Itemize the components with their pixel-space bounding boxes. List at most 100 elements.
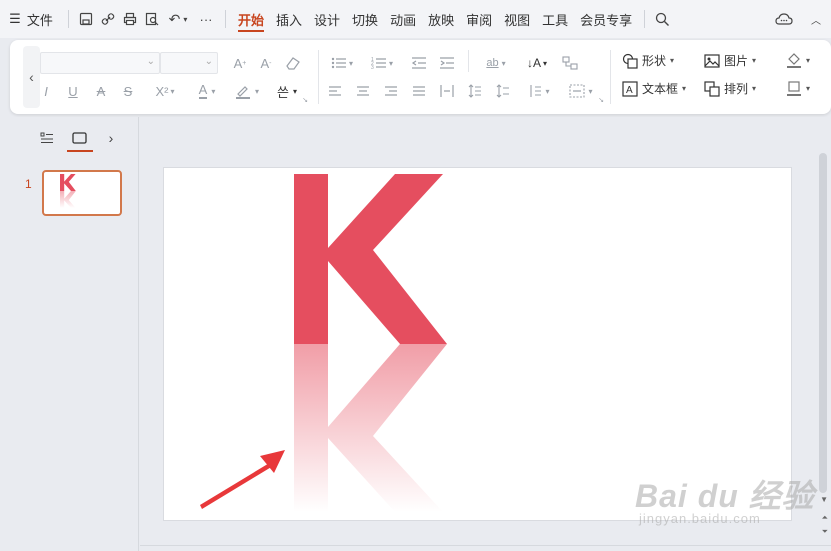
font-name-select[interactable]: ⌄ — [40, 52, 160, 74]
next-slide-icon[interactable]: ⏷ — [822, 527, 828, 537]
align-left-icon[interactable] — [326, 80, 344, 102]
fill-button[interactable]: ▾ — [786, 52, 810, 68]
tab-transitions[interactable]: 切换 — [348, 0, 382, 38]
shape-button[interactable]: 形状 ▾ — [622, 52, 674, 69]
baidu-watermark: Bai du 经验 jingyan.baidu.com — [635, 463, 815, 533]
separator — [68, 10, 69, 28]
picture-label: 图片 — [724, 54, 749, 68]
tab-label: 视图 — [504, 12, 531, 28]
hamburger-icon: ☰ — [9, 11, 21, 26]
tab-label: 插入 — [276, 12, 303, 28]
strikethrough-icon[interactable]: A — [93, 80, 109, 102]
svg-text:A: A — [626, 85, 633, 96]
outline-view-icon[interactable] — [38, 129, 56, 147]
picture-button[interactable]: 图片 ▾ — [704, 52, 756, 69]
chevron-down-icon: ▾ — [806, 83, 811, 93]
cloud-icon[interactable] — [773, 8, 795, 30]
tab-slideshow[interactable]: 放映 — [424, 0, 458, 38]
shadow-text-icon[interactable]: S — [120, 80, 136, 102]
tab-insert[interactable]: 插入 — [272, 0, 306, 38]
increase-indent-icon[interactable] — [438, 52, 456, 74]
decrease-indent-icon[interactable] — [410, 52, 428, 74]
save-icon[interactable] — [75, 8, 97, 30]
print-preview-icon[interactable] — [141, 8, 163, 30]
chevron-down-icon: ▾ — [682, 84, 687, 93]
tab-label: 切换 — [352, 12, 379, 28]
distribute-icon[interactable] — [438, 80, 456, 102]
undo-icon[interactable]: ↶ ▾ — [163, 8, 193, 30]
slide-thumbnail[interactable] — [42, 170, 122, 216]
chevron-down-icon: ▾ — [806, 55, 811, 65]
tab-view[interactable]: 视图 — [500, 0, 534, 38]
tab-design[interactable]: 设计 — [310, 0, 344, 38]
tab-review[interactable]: 审阅 — [462, 0, 496, 38]
clear-format-icon[interactable] — [282, 52, 304, 74]
watermark-url: jingyan.baidu.com — [639, 511, 761, 526]
search-icon[interactable] — [651, 8, 673, 30]
highlight-icon[interactable]: ▾ — [230, 80, 264, 102]
svg-text:3: 3 — [371, 65, 374, 70]
slides-view-icon[interactable] — [67, 129, 93, 152]
tab-home[interactable]: 开始 — [234, 0, 268, 38]
textbox-button[interactable]: A 文本框 ▾ — [622, 80, 686, 97]
slide-number: 1 — [25, 177, 32, 191]
thumbnail-preview — [60, 174, 76, 208]
arrange-label: 排列 — [724, 82, 749, 96]
separator — [225, 10, 226, 28]
scroll-down-icon[interactable]: ▼ — [820, 495, 828, 504]
chevron-down-icon: ▾ — [670, 56, 675, 65]
spacing-options-icon[interactable]: ▾ — [524, 80, 554, 102]
increase-font-icon[interactable]: A + — [230, 52, 250, 74]
bullets-icon[interactable]: ▾ — [328, 52, 356, 74]
align-center-icon[interactable] — [354, 80, 372, 102]
tab-label: 审阅 — [466, 12, 493, 28]
prev-slide-icon[interactable]: ⏶ — [822, 513, 828, 523]
outline-icon — [787, 81, 801, 96]
tab-label: 工具 — [542, 12, 569, 28]
italic-icon[interactable]: I — [38, 80, 54, 102]
print-icon[interactable] — [119, 8, 141, 30]
chevron-right-icon[interactable]: › — [102, 129, 120, 147]
link-icon[interactable] — [97, 8, 119, 30]
justify-icon[interactable] — [410, 80, 428, 102]
superscript-icon[interactable]: X² ▾ — [150, 80, 180, 102]
textbox-icon: A — [622, 80, 638, 97]
underline-icon[interactable]: U — [65, 80, 81, 102]
phonetic-guide-icon[interactable]: 쓴 ▾ — [270, 80, 304, 102]
more-icon[interactable]: ··· — [193, 8, 219, 30]
font-dialog-launcher-icon[interactable]: ↘ — [302, 96, 308, 104]
letter-k-reflection — [294, 344, 447, 512]
convert-smartart-icon[interactable] — [560, 52, 580, 74]
numbering-icon[interactable]: 1 2 3 ▾ — [368, 52, 396, 74]
align-right-icon[interactable] — [382, 80, 400, 102]
arrange-icon — [704, 80, 720, 97]
outline-button[interactable]: ▾ — [786, 80, 810, 96]
tab-animations[interactable]: 动画 — [386, 0, 420, 38]
tab-label: 动画 — [390, 12, 417, 28]
ribbon-tabs: 开始 插入 设计 切换 动画 放映 审阅 视图 工具 会员专享 — [232, 0, 638, 38]
font-size-select[interactable]: ⌄ — [160, 52, 218, 74]
text-align-vertical-icon[interactable]: ▾ — [564, 80, 598, 102]
paragraph-dialog-launcher-icon[interactable]: ↘ — [598, 96, 604, 104]
tab-label: 设计 — [314, 12, 341, 28]
annotation-arrow — [200, 450, 285, 509]
vertical-scrollbar[interactable] — [819, 153, 827, 493]
letter-k — [294, 174, 447, 344]
font-color-icon[interactable]: A ▾ — [190, 80, 224, 102]
sort-az-icon[interactable]: ↓A ▾ — [522, 52, 552, 74]
picture-icon — [704, 53, 720, 68]
collapse-ribbon-icon[interactable]: ︿ — [805, 8, 827, 30]
tab-member[interactable]: 会员专享 — [576, 0, 636, 38]
file-menu[interactable]: ☰ 文件 — [0, 0, 62, 38]
tab-label: 开始 — [238, 12, 265, 28]
tab-label: 放映 — [428, 12, 455, 28]
decrease-font-icon[interactable]: A- — [256, 52, 276, 74]
arrange-button[interactable]: 排列 ▾ — [704, 80, 756, 97]
line-spacing-icon[interactable] — [466, 80, 484, 102]
chevron-down-icon: ▾ — [752, 56, 757, 65]
file-menu-label: 文件 — [26, 12, 53, 28]
text-direction-icon[interactable]: ab ▾ — [480, 52, 512, 74]
paragraph-spacing-icon[interactable] — [494, 80, 512, 102]
shape-label: 形状 — [642, 54, 667, 68]
tab-tools[interactable]: 工具 — [538, 0, 572, 38]
